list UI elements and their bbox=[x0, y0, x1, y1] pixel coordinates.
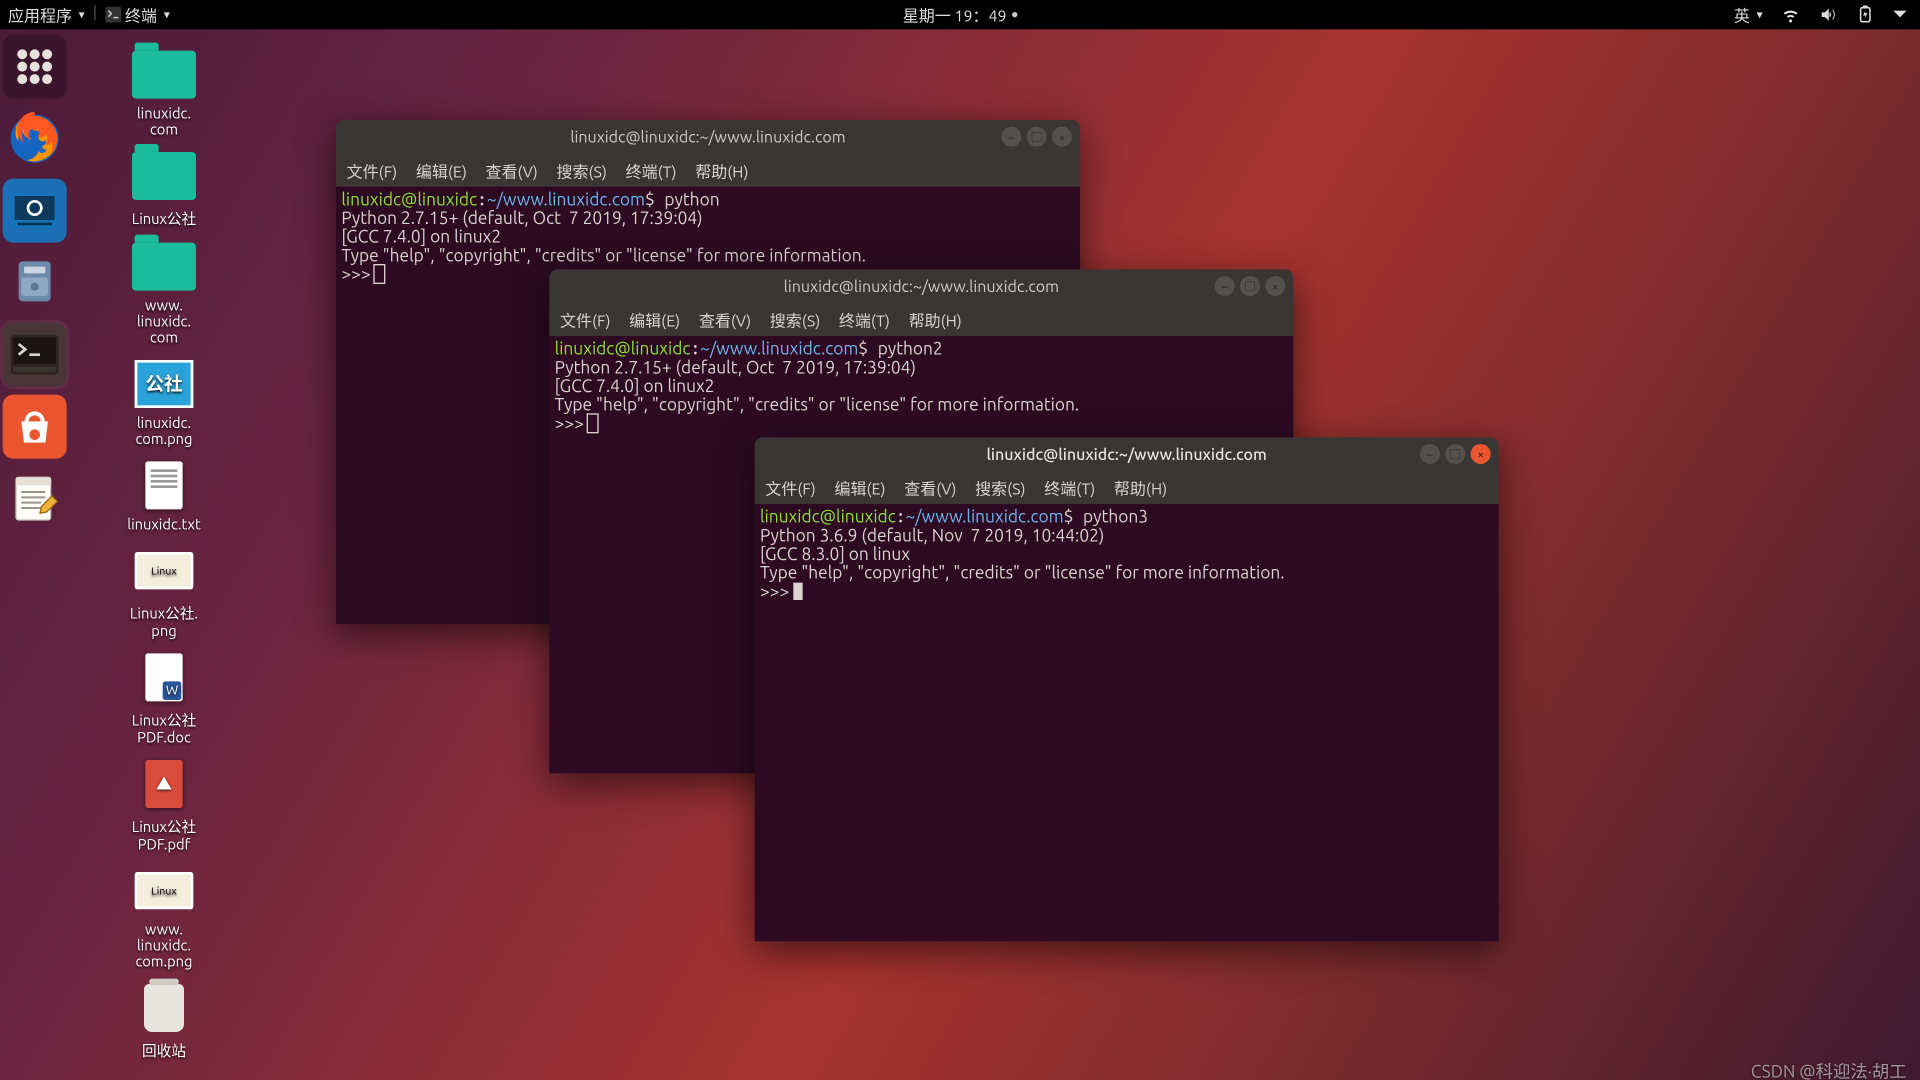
menu-item[interactable]: 文件(F) bbox=[560, 309, 610, 332]
icon-label: linuxidc.txt bbox=[99, 517, 230, 533]
titlebar[interactable]: linuxidc@linuxidc:~/www.linuxidc.com – □… bbox=[549, 269, 1293, 304]
menu-item[interactable]: 查看(V) bbox=[486, 159, 538, 182]
desktop-icon[interactable]: www. linuxidc. com bbox=[99, 237, 230, 346]
minimize-button[interactable]: – bbox=[1420, 444, 1440, 464]
menu-item[interactable]: 搜索(S) bbox=[556, 159, 606, 182]
menu-item[interactable]: 终端(T) bbox=[1044, 477, 1095, 500]
window-title: linuxidc@linuxidc:~/www.linuxidc.com bbox=[570, 129, 845, 146]
menubar: 文件(F) 编辑(E) 查看(V) 搜索(S) 终端(T) 帮助(H) bbox=[549, 304, 1293, 336]
titlebar[interactable]: linuxidc@linuxidc:~/www.linuxidc.com – □… bbox=[336, 120, 1080, 155]
icon-label: Linux公社 bbox=[99, 208, 230, 229]
top-panel: 应用程序 | 终端 星期一 19：49 英 bbox=[0, 0, 1920, 29]
close-button[interactable]: × bbox=[1471, 444, 1491, 464]
image-file-icon: Linux bbox=[135, 552, 194, 589]
software-launcher[interactable] bbox=[3, 395, 67, 459]
desktop-icon[interactable]: linuxidc. com bbox=[99, 45, 230, 138]
trash-icon bbox=[144, 984, 184, 1032]
menu-item[interactable]: 帮助(H) bbox=[1114, 477, 1167, 500]
gedit-launcher[interactable] bbox=[3, 467, 67, 531]
volume-icon[interactable] bbox=[1819, 5, 1838, 24]
menu-item[interactable]: 查看(V) bbox=[904, 477, 956, 500]
menu-item[interactable]: 终端(T) bbox=[626, 159, 677, 182]
desktop-icon[interactable]: 公社 linuxidc. com.png bbox=[99, 355, 230, 448]
menu-item[interactable]: 搜索(S) bbox=[975, 477, 1025, 500]
menu-item[interactable]: 编辑(E) bbox=[834, 477, 885, 500]
icon-label: Linux公社. png bbox=[99, 603, 230, 640]
menu-item[interactable]: 编辑(E) bbox=[416, 159, 467, 182]
icon-label: linuxidc. com.png bbox=[99, 416, 230, 448]
desktop-icon[interactable]: Linux公社 bbox=[99, 147, 230, 230]
menu-item[interactable]: 帮助(H) bbox=[909, 309, 962, 332]
menu-item[interactable]: 查看(V) bbox=[699, 309, 751, 332]
window-title: linuxidc@linuxidc:~/www.linuxidc.com bbox=[784, 278, 1059, 295]
window-title: linuxidc@linuxidc:~/www.linuxidc.com bbox=[986, 446, 1266, 463]
maximize-button[interactable]: □ bbox=[1445, 444, 1465, 464]
icon-label: Linux公社 PDF.pdf bbox=[99, 816, 230, 853]
desktop-icon[interactable]: linuxidc.txt bbox=[99, 456, 230, 533]
desktop-icons: linuxidc. comLinux公社www. linuxidc. com公社… bbox=[99, 45, 246, 1069]
screenshot-launcher[interactable] bbox=[3, 179, 67, 243]
desktop-icon[interactable]: Linux公社 PDF.pdf bbox=[99, 755, 230, 854]
close-button[interactable]: × bbox=[1265, 276, 1285, 296]
desktop-icon[interactable]: 回收站 bbox=[99, 979, 230, 1062]
icon-label: www. linuxidc. com.png bbox=[99, 923, 230, 971]
icon-label: 回收站 bbox=[99, 1040, 230, 1061]
menu-item[interactable]: 搜索(S) bbox=[770, 309, 820, 332]
text-file-icon bbox=[145, 461, 182, 509]
folder-icon bbox=[132, 51, 196, 99]
minimize-button[interactable]: – bbox=[1001, 127, 1021, 147]
system-menu-icon[interactable] bbox=[1893, 8, 1906, 21]
doc-file-icon bbox=[145, 653, 182, 701]
terminal-icon bbox=[105, 7, 121, 23]
dash-button[interactable] bbox=[3, 35, 67, 99]
menu-item[interactable]: 文件(F) bbox=[347, 159, 397, 182]
menu-item[interactable]: 编辑(E) bbox=[629, 309, 680, 332]
pdf-file-icon bbox=[145, 760, 182, 808]
maximize-button[interactable]: □ bbox=[1027, 127, 1047, 147]
files-launcher[interactable] bbox=[3, 251, 67, 315]
launcher bbox=[3, 35, 72, 531]
terminal-menu[interactable]: 终端 bbox=[105, 3, 170, 26]
menu-item[interactable]: 终端(T) bbox=[839, 309, 890, 332]
menu-item[interactable]: 帮助(H) bbox=[695, 159, 748, 182]
image-file-icon: Linux bbox=[135, 872, 194, 909]
notification-dot-icon bbox=[1012, 12, 1017, 17]
desktop-icon[interactable]: Linux Linux公社. png bbox=[99, 541, 230, 640]
maximize-button[interactable]: □ bbox=[1240, 276, 1260, 296]
folder-icon bbox=[132, 243, 196, 291]
icon-label: www. linuxidc. com bbox=[99, 299, 230, 347]
clock[interactable]: 星期一 19：49 bbox=[903, 3, 1017, 26]
firefox-launcher[interactable] bbox=[3, 107, 67, 171]
battery-icon[interactable] bbox=[1856, 5, 1875, 24]
terminal-output[interactable]: linuxidc@linuxidc:~/www.linuxidc.com$ py… bbox=[755, 504, 1499, 941]
menubar: 文件(F) 编辑(E) 查看(V) 搜索(S) 终端(T) 帮助(H) bbox=[755, 472, 1499, 504]
watermark: CSDN @科迎法·胡工 bbox=[1751, 1057, 1907, 1080]
menubar: 文件(F) 编辑(E) 查看(V) 搜索(S) 终端(T) 帮助(H) bbox=[336, 155, 1080, 187]
icon-label: Linux公社 PDF.doc bbox=[99, 709, 230, 746]
folder-icon bbox=[132, 152, 196, 200]
minimize-button[interactable]: – bbox=[1215, 276, 1235, 296]
applications-menu[interactable]: 应用程序 bbox=[8, 3, 85, 26]
close-button[interactable]: × bbox=[1052, 127, 1072, 147]
titlebar[interactable]: linuxidc@linuxidc:~/www.linuxidc.com – □… bbox=[755, 437, 1499, 472]
terminal-window-3[interactable]: linuxidc@linuxidc:~/www.linuxidc.com – □… bbox=[755, 437, 1499, 941]
icon-label: linuxidc. com bbox=[99, 107, 230, 139]
desktop-icon[interactable]: Linux www. linuxidc. com.png bbox=[99, 861, 230, 970]
image-thumb-icon: 公社 bbox=[135, 360, 194, 408]
input-method-indicator[interactable]: 英 bbox=[1734, 3, 1763, 26]
terminal-launcher[interactable] bbox=[3, 323, 67, 387]
wifi-icon[interactable] bbox=[1781, 5, 1800, 24]
desktop-icon[interactable]: Linux公社 PDF.doc bbox=[99, 648, 230, 747]
menu-item[interactable]: 文件(F) bbox=[765, 477, 815, 500]
